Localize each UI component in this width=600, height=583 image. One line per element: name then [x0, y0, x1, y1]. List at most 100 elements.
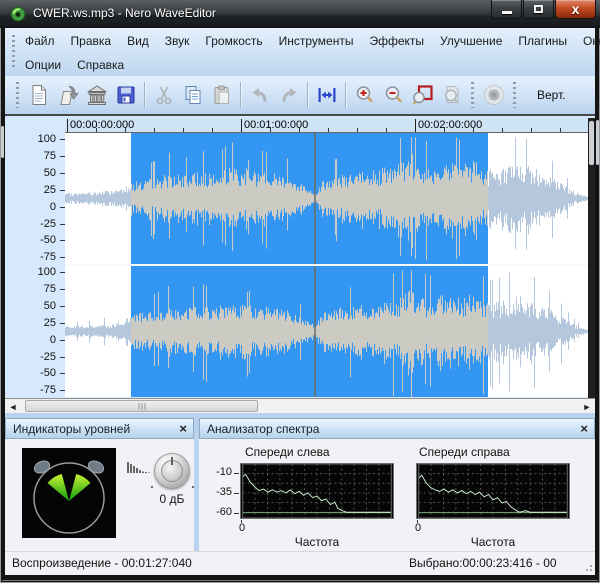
cut-icon	[152, 83, 176, 107]
paste-button[interactable]	[207, 80, 236, 110]
ruler-time-label: 00:02:00:000	[418, 119, 482, 131]
ruler-major-tick	[415, 119, 416, 132]
audio-library-icon	[85, 83, 109, 107]
spectrum-y-tick	[234, 493, 239, 494]
zoom-full-button[interactable]	[437, 80, 466, 110]
open-file-icon	[56, 83, 80, 107]
minimize-button[interactable]	[491, 0, 522, 19]
undo-button[interactable]	[245, 80, 274, 110]
scroll-left-arrow[interactable]: ◄	[6, 400, 20, 413]
zoom-out-button[interactable]	[379, 80, 408, 110]
time-ruler[interactable]: 00:00:00:00000:01:00:00000:02:00:0000	[65, 118, 588, 133]
maximize-icon	[534, 5, 543, 13]
resize-grip-icon[interactable]	[583, 562, 593, 572]
horizontal-scrollbar[interactable]: ◄ ►	[5, 398, 595, 413]
copy-button[interactable]	[178, 80, 207, 110]
record-button[interactable]	[479, 80, 508, 110]
menu-опции[interactable]: Опции	[17, 56, 69, 74]
zoom-in-icon	[353, 83, 377, 107]
redo-icon	[277, 83, 301, 107]
menu-плагины[interactable]: Плагины	[510, 32, 575, 50]
vertical-scrollbar-thumb[interactable]	[589, 121, 594, 165]
menu-улучшение[interactable]: Улучшение	[432, 32, 510, 50]
title-bar[interactable]: CWER.ws.mp3 - Nero WaveEditor x	[0, 0, 600, 28]
menu-окна[interactable]: Окна	[575, 32, 600, 50]
spectrum-y-tick	[234, 513, 239, 514]
gain-knob[interactable]	[154, 453, 190, 489]
menu-правка[interactable]: Правка	[63, 32, 120, 50]
scrollbar-grip-icon	[138, 403, 145, 410]
cut-button[interactable]	[149, 80, 178, 110]
ruler-minor-tick	[357, 128, 358, 132]
toolbar-separator	[144, 82, 145, 108]
amplitude-tick-label: 0	[50, 201, 56, 213]
horizontal-scrollbar-thumb[interactable]	[25, 400, 258, 412]
level-indicators-header[interactable]: Индикаторы уровней ×	[5, 418, 194, 439]
playback-status: Воспроизведение - 00:01:27:040	[12, 556, 192, 570]
new-file-button[interactable]	[24, 80, 53, 110]
amplitude-tick-label: -25	[40, 218, 56, 230]
scroll-right-arrow[interactable]: ►	[580, 400, 594, 413]
maximize-button[interactable]	[523, 0, 554, 19]
waveform-channel-left[interactable]	[65, 133, 588, 264]
close-button[interactable]: x	[555, 0, 596, 19]
menu-справка[interactable]: Справка	[69, 56, 132, 74]
menu-инструменты[interactable]: Инструменты	[271, 32, 362, 50]
ruler-time-label: 00:00:00:000	[70, 119, 134, 131]
spectrum-analyzer-close-icon[interactable]: ×	[580, 421, 588, 437]
ruler-minor-tick	[531, 128, 532, 132]
vertical-scrollbar[interactable]	[588, 118, 595, 398]
amplitude-tick-label: -50	[40, 234, 56, 246]
spectrum-y-tick	[234, 473, 239, 474]
amplitude-tick-label: 0	[50, 334, 56, 346]
toolbar-grip-handle[interactable]	[513, 82, 516, 108]
gain-knob-label: 0 дБ	[146, 492, 198, 506]
ruler-major-tick	[241, 119, 242, 132]
level-scale-icon	[127, 461, 151, 474]
menu-row-2: ОпцииСправка	[5, 53, 595, 77]
waveform-channel-right[interactable]	[65, 266, 588, 397]
amplitude-tick-label: 75	[44, 150, 56, 162]
menu-row-1: ФайлПравкаВидЗвукГромкостьИнструментыЭфф…	[5, 29, 595, 53]
save-button[interactable]	[111, 80, 140, 110]
menu-громкость[interactable]: Громкость	[197, 32, 270, 50]
spectrum-chart-left	[240, 463, 394, 519]
zoom-selection-icon	[411, 83, 435, 107]
vertical-zoom-label[interactable]: Верт.	[537, 88, 566, 102]
ruler-minor-tick	[386, 128, 387, 132]
level-indicators-body: 0 дБ	[5, 439, 194, 551]
amplitude-tick-label: 100	[38, 266, 56, 278]
spectrum-analyzer-header[interactable]: Анализатор спектра ×	[199, 418, 595, 439]
frame-left-thumb	[1, 126, 4, 158]
status-bar: Воспроизведение - 00:01:27:040 Выбрано:0…	[5, 551, 595, 575]
audio-library-button[interactable]	[82, 80, 111, 110]
zoom-in-button[interactable]	[350, 80, 379, 110]
spectrum-analyzer-panel: Анализатор спектра × Спереди слева Спере…	[199, 418, 595, 551]
selection-status: Выбрано:00:00:23:416 - 00	[409, 556, 581, 570]
spectrum-y-tick-label: -60	[206, 506, 232, 518]
toolbar-grip-handle[interactable]	[471, 82, 474, 108]
fit-width-button[interactable]	[312, 80, 341, 110]
app-window: CWER.ws.mp3 - Nero WaveEditor x ФайлПрав…	[0, 0, 600, 583]
window-title: CWER.ws.mp3 - Nero WaveEditor	[33, 6, 216, 20]
menu-файл[interactable]: Файл	[17, 32, 63, 50]
toolbar-grip-handle[interactable]	[16, 82, 19, 108]
zoom-selection-button[interactable]	[408, 80, 437, 110]
spectrum-analyzer-body: Спереди слева Спереди справа 0 0 Частота…	[199, 439, 595, 551]
menu-grip-handle[interactable]	[12, 35, 15, 70]
menu-вид[interactable]: Вид	[119, 32, 157, 50]
level-indicators-close-icon[interactable]: ×	[179, 421, 187, 437]
open-file-button[interactable]	[53, 80, 82, 110]
amplitude-tick-label: 50	[44, 300, 56, 312]
menu-эффекты[interactable]: Эффекты	[361, 32, 432, 50]
spectrum-y-tick-label: -10	[206, 466, 232, 478]
spectrum-right-x-tick: 0	[415, 522, 421, 534]
knob-tick-right	[192, 486, 194, 488]
amplitude-tick-label: -50	[40, 367, 56, 379]
amplitude-tick-label: 50	[44, 167, 56, 179]
ruler-major-tick	[67, 119, 68, 132]
minimize-icon	[502, 11, 512, 14]
redo-button[interactable]	[274, 80, 303, 110]
menu-звук[interactable]: Звук	[157, 32, 198, 50]
amplitude-tick-label: 75	[44, 283, 56, 295]
